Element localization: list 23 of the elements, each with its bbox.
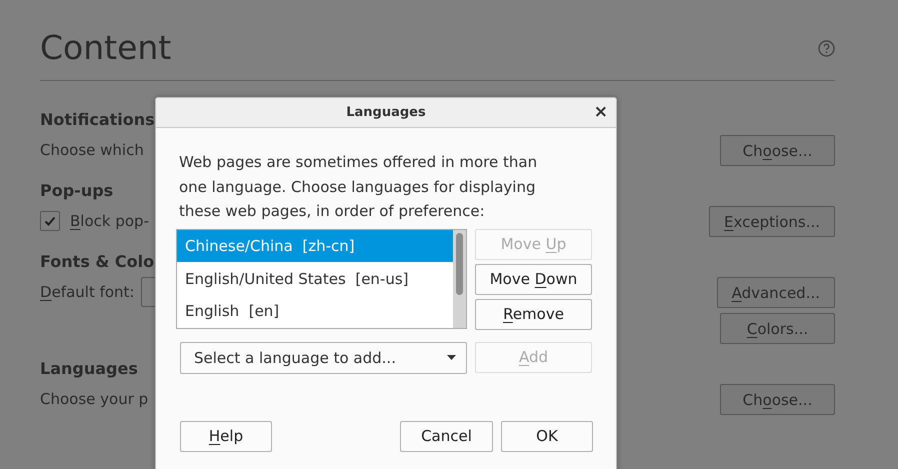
page-title: Content bbox=[40, 28, 172, 68]
dialog-button[interactable]: OK bbox=[501, 420, 593, 452]
section-description: Choose your p bbox=[40, 390, 148, 408]
section-heading: Languages bbox=[40, 358, 138, 380]
close-button[interactable]: × bbox=[592, 103, 610, 121]
section-heading: Pop-ups bbox=[40, 180, 114, 202]
dialog-description: Web pages are sometimes offered in more than one language. Choose languages for displaying these web pages, in order of preference: bbox=[179, 152, 538, 222]
help-icon[interactable] bbox=[818, 40, 835, 56]
section-heading: Fonts & Colo bbox=[40, 251, 154, 273]
font-label: Default font: bbox=[40, 283, 134, 301]
section-description: Choose which bbox=[40, 141, 144, 159]
list-button[interactable]: Move Down bbox=[475, 264, 592, 294]
dialog-button[interactable]: Help bbox=[180, 420, 272, 452]
scrollbar-thumb[interactable] bbox=[456, 232, 463, 294]
language-select[interactable]: Select a language to add... bbox=[180, 342, 467, 374]
section-heading: Notifications bbox=[40, 109, 155, 131]
checkbox[interactable] bbox=[40, 211, 60, 231]
dialog-button[interactable]: Cancel bbox=[400, 420, 493, 452]
checkmark-icon bbox=[44, 215, 56, 227]
dropdown-arrow-icon bbox=[447, 355, 456, 360]
checkbox-label[interactable]: Block pop- bbox=[70, 212, 149, 230]
dialog-title: Languages bbox=[346, 105, 426, 120]
list-button[interactable]: Remove bbox=[475, 298, 592, 330]
